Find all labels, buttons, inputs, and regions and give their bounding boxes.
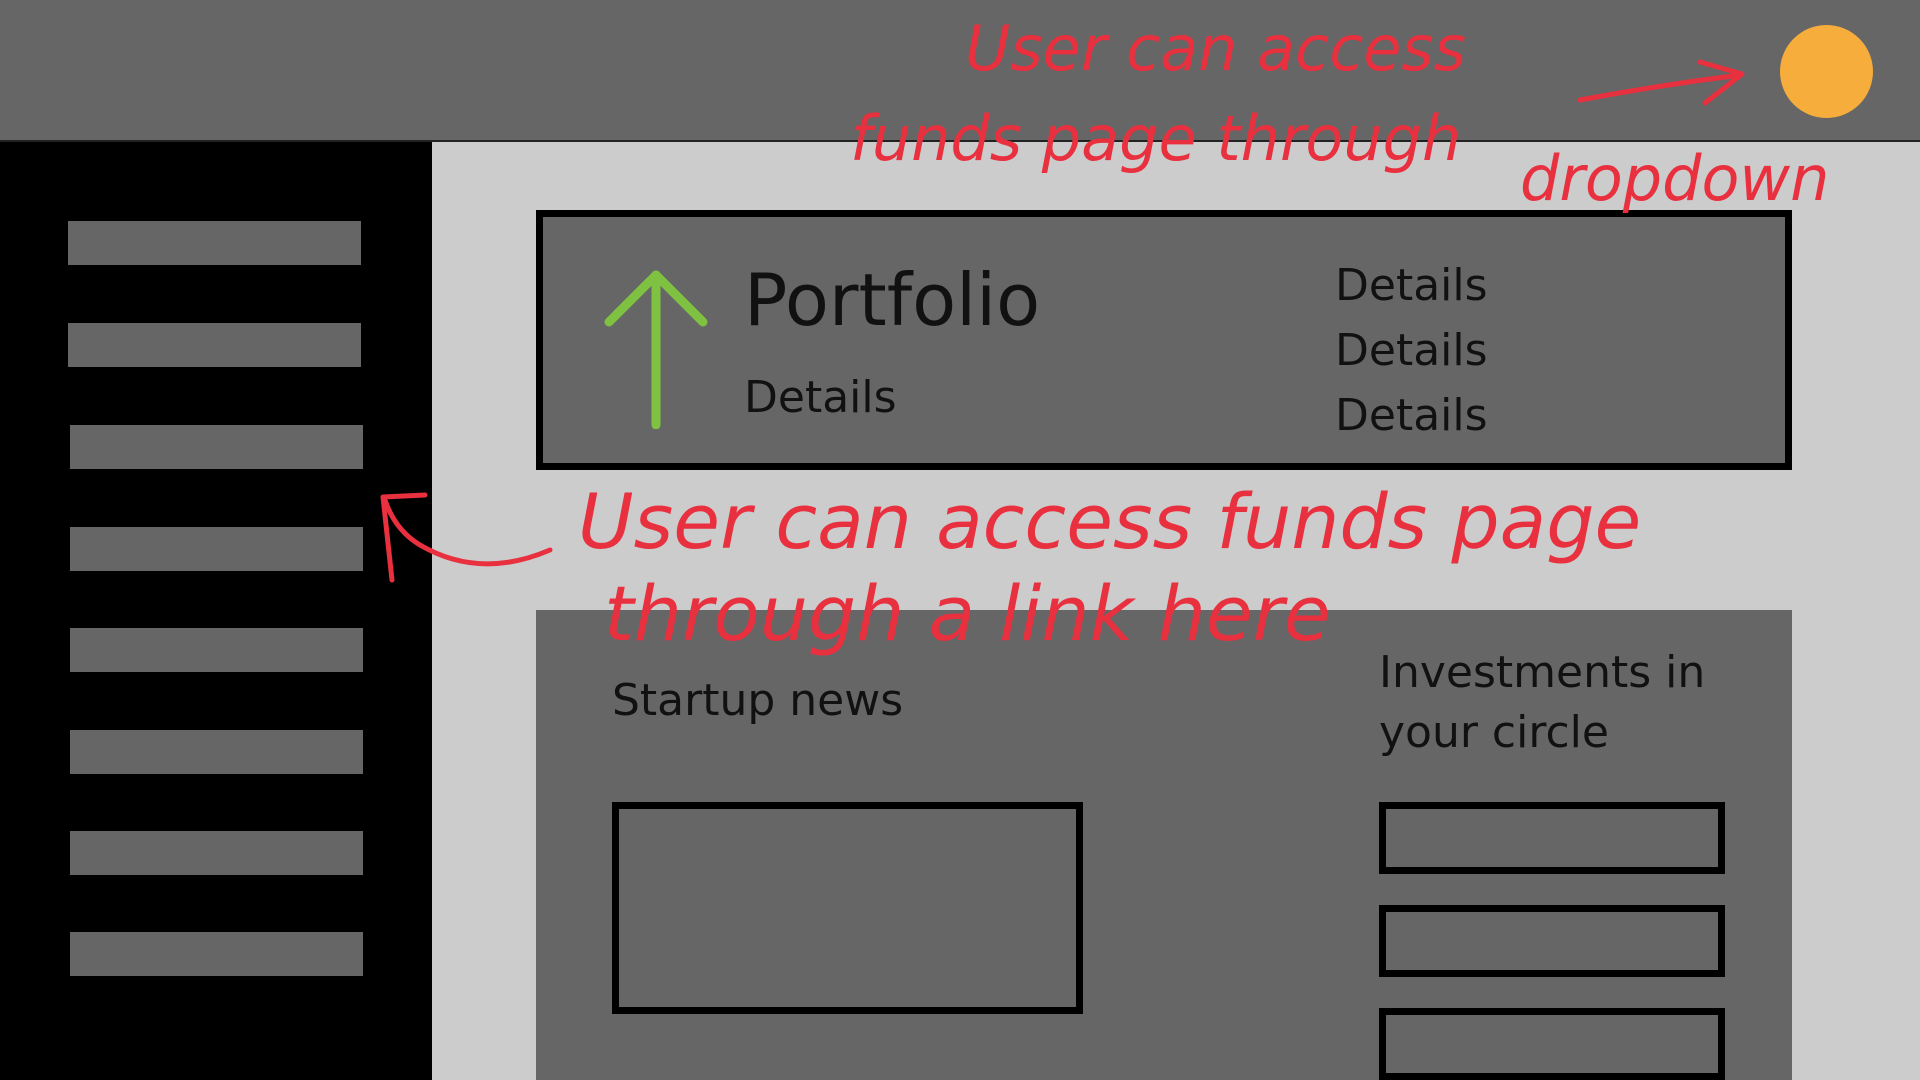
news-section: Startup news Investments in your circle xyxy=(536,610,1792,1080)
details-item: Details xyxy=(1335,325,1488,376)
investment-item-2[interactable] xyxy=(1379,905,1725,977)
user-avatar-dropdown[interactable] xyxy=(1780,25,1873,118)
sidebar-item-7[interactable] xyxy=(70,831,363,875)
sidebar-item-4[interactable] xyxy=(70,527,363,571)
news-item-placeholder[interactable] xyxy=(612,802,1083,1014)
sidebar-item-1[interactable] xyxy=(68,221,361,265)
sidebar xyxy=(0,142,432,1080)
portfolio-details-list: Details Details Details xyxy=(1335,253,1488,448)
investments-circle-title: Investments in your circle xyxy=(1379,647,1706,758)
sidebar-item-3[interactable] xyxy=(70,425,363,469)
sidebar-item-6[interactable] xyxy=(70,730,363,774)
arrow-up-icon xyxy=(604,270,708,429)
startup-news-title: Startup news xyxy=(612,675,904,726)
sidebar-item-8[interactable] xyxy=(70,932,363,976)
top-bar xyxy=(0,0,1920,142)
sidebar-item-2[interactable] xyxy=(68,323,361,367)
details-item: Details xyxy=(1335,260,1488,311)
sidebar-item-5[interactable] xyxy=(70,628,363,672)
investment-item-3[interactable] xyxy=(1379,1008,1725,1080)
portfolio-details: Details xyxy=(744,372,897,423)
investment-item-1[interactable] xyxy=(1379,802,1725,874)
portfolio-title: Portfolio xyxy=(744,258,1041,342)
details-item: Details xyxy=(1335,390,1488,441)
portfolio-card: Portfolio Details Details Details Detail… xyxy=(536,210,1792,470)
